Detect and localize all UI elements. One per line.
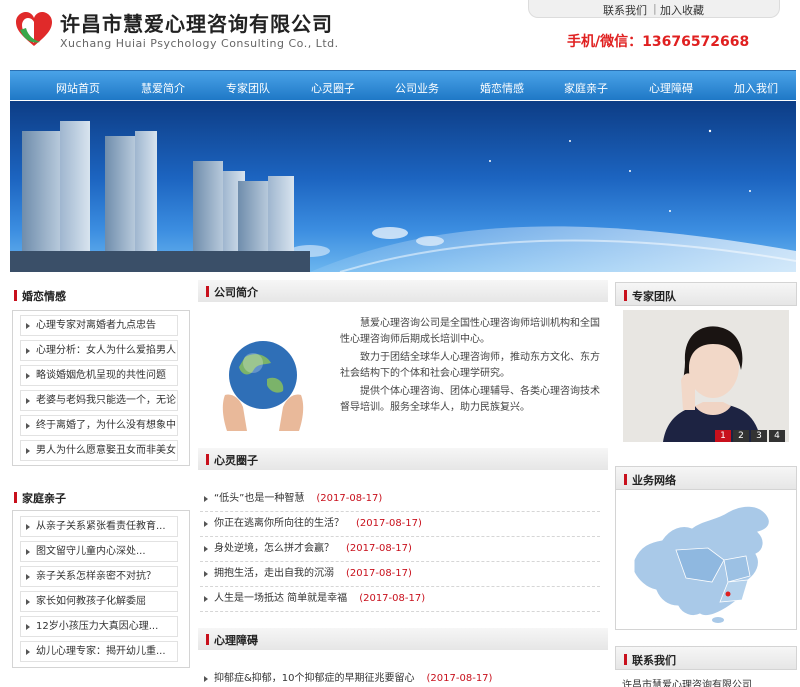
list-item[interactable]: 终于离婚了，为什么没有想象中... [20,415,178,436]
pager-dot[interactable]: 4 [769,430,785,442]
list-item[interactable]: 略谈婚姻危机呈现的共性问题 [20,365,178,386]
pager-dot[interactable]: 3 [751,430,767,442]
company-name-en: Xuchang Huiai Psychology Consulting Co.,… [60,37,339,50]
article-row[interactable]: 拥抱生活，走出自我的沉溺 (2017-08-17) [200,563,600,587]
bookmark-link[interactable]: 加入收藏 [660,2,704,18]
list-item[interactable]: 男人为什么愿意娶丑女而非美女... [20,440,178,461]
nav-item-marriage[interactable]: 婚恋情感 [480,80,524,96]
soul-title: 心灵圈子 [198,448,608,470]
heart-logo-icon [16,12,52,46]
about-title: 公司简介 [198,280,608,302]
about-text: 慧爱心理咨询公司是全国性心理咨询师培训机构和全国性心理咨询师后期成长培训中心。 … [340,316,600,418]
article-row[interactable]: 人生是一场抵达 简单就是幸福 (2017-08-17) [200,588,600,612]
pager-dot-active[interactable]: 1 [715,430,731,442]
list-item[interactable]: 亲子关系怎样亲密不对抗？ [20,566,178,587]
slider-pager: 1 2 3 4 [715,430,789,442]
top-links-bar: 联系我们 | 加入收藏 [528,0,780,18]
list-item[interactable]: 幼儿心理专家：揭开幼儿重... [20,641,178,662]
disorder-title: 心理障碍 [198,628,608,650]
article-row[interactable]: 你正在逃离你所向往的生活？ (2017-08-17) [200,513,600,537]
article-row[interactable]: 抑郁症&抑郁，10个抑郁症的早期征兆要留心 (2017-08-17) [200,668,600,687]
list-item[interactable]: 心理分析：女人为什么爱掐男人... [20,340,178,361]
about-paragraph: 慧爱心理咨询公司是全国性心理咨询师培训机构和全国性心理咨询师后期成长培训中心。 [340,318,600,345]
nav-item-business[interactable]: 公司业务 [395,80,439,96]
network-title: 业务网络 [615,466,797,490]
main-nav: 网站首页 慧爱简介 专家团队 心灵圈子 公司业务 婚恋情感 家庭亲子 心理障碍 … [10,70,796,100]
list-item[interactable]: 老婆与老妈我只能选一个，无论... [20,390,178,411]
location-marker-icon [725,591,731,597]
hero-banner [10,101,796,272]
list-item[interactable]: 家长如何教孩子化解委屈 [20,591,178,612]
network-map-box [615,490,797,630]
expert-photo[interactable]: 1 2 3 4 [623,310,789,442]
about-paragraph: 致力于团结全球华人心理咨询师，推动东方文化、东方社会结构下的个体和社会心理学研究… [340,352,600,379]
nav-item-experts[interactable]: 专家团队 [226,80,270,96]
nav-item-disorder[interactable]: 心理障碍 [649,80,693,96]
company-name: 许昌市慧爱心理咨询有限公司 [60,12,333,36]
list-item[interactable]: 心理专家对离婚者九点忠告 [20,315,178,336]
phone-contact: 手机/微信：13676572668 [567,34,750,50]
contact-title: 联系我们 [615,646,797,670]
nav-item-family[interactable]: 家庭亲子 [564,80,608,96]
nav-item-about[interactable]: 慧爱简介 [141,80,185,96]
family-title: 家庭亲子 [14,490,66,512]
pager-dot[interactable]: 2 [733,430,749,442]
nav-item-soul[interactable]: 心灵圈子 [311,80,355,96]
contact-company: 许昌市慧爱心理咨询有限公司 [622,680,752,687]
site-header: 许昌市慧爱心理咨询有限公司 Xuchang Huiai Psychology C… [0,0,800,70]
family-list: 从亲子关系紧张看责任教育... 图文留守儿童内心深处... 亲子关系怎样亲密不对… [12,510,190,668]
nav-item-home[interactable]: 网站首页 [56,80,100,96]
marriage-title: 婚恋情感 [14,288,66,310]
china-map-image[interactable] [616,490,796,628]
article-row[interactable]: “低头”也是一种智慧 (2017-08-17) [200,488,600,512]
contact-us-link[interactable]: 联系我们 [603,2,647,18]
article-row[interactable]: 身处逆境，怎么拼才会赢？ (2017-08-17) [200,538,600,562]
list-item[interactable]: 从亲子关系紧张看责任教育... [20,516,178,537]
about-paragraph: 提供个体心理咨询、团体心理辅导、各类心理咨询技术督导培训。服务全球华人，助力民族… [340,386,600,413]
nav-item-join[interactable]: 加入我们 [734,80,778,96]
expert-portrait-image [623,310,789,442]
list-item[interactable]: 12岁小孩压力大真因心理... [20,616,178,637]
top-links-divider: | [653,2,657,15]
city-skyline-image [10,121,796,272]
globe-hands-image [222,341,304,431]
marriage-list: 心理专家对离婚者九点忠告 心理分析：女人为什么爱掐男人... 略谈婚姻危机呈现的… [12,310,190,466]
list-item[interactable]: 图文留守儿童内心深处... [20,541,178,562]
experts-title: 专家团队 [615,282,797,306]
